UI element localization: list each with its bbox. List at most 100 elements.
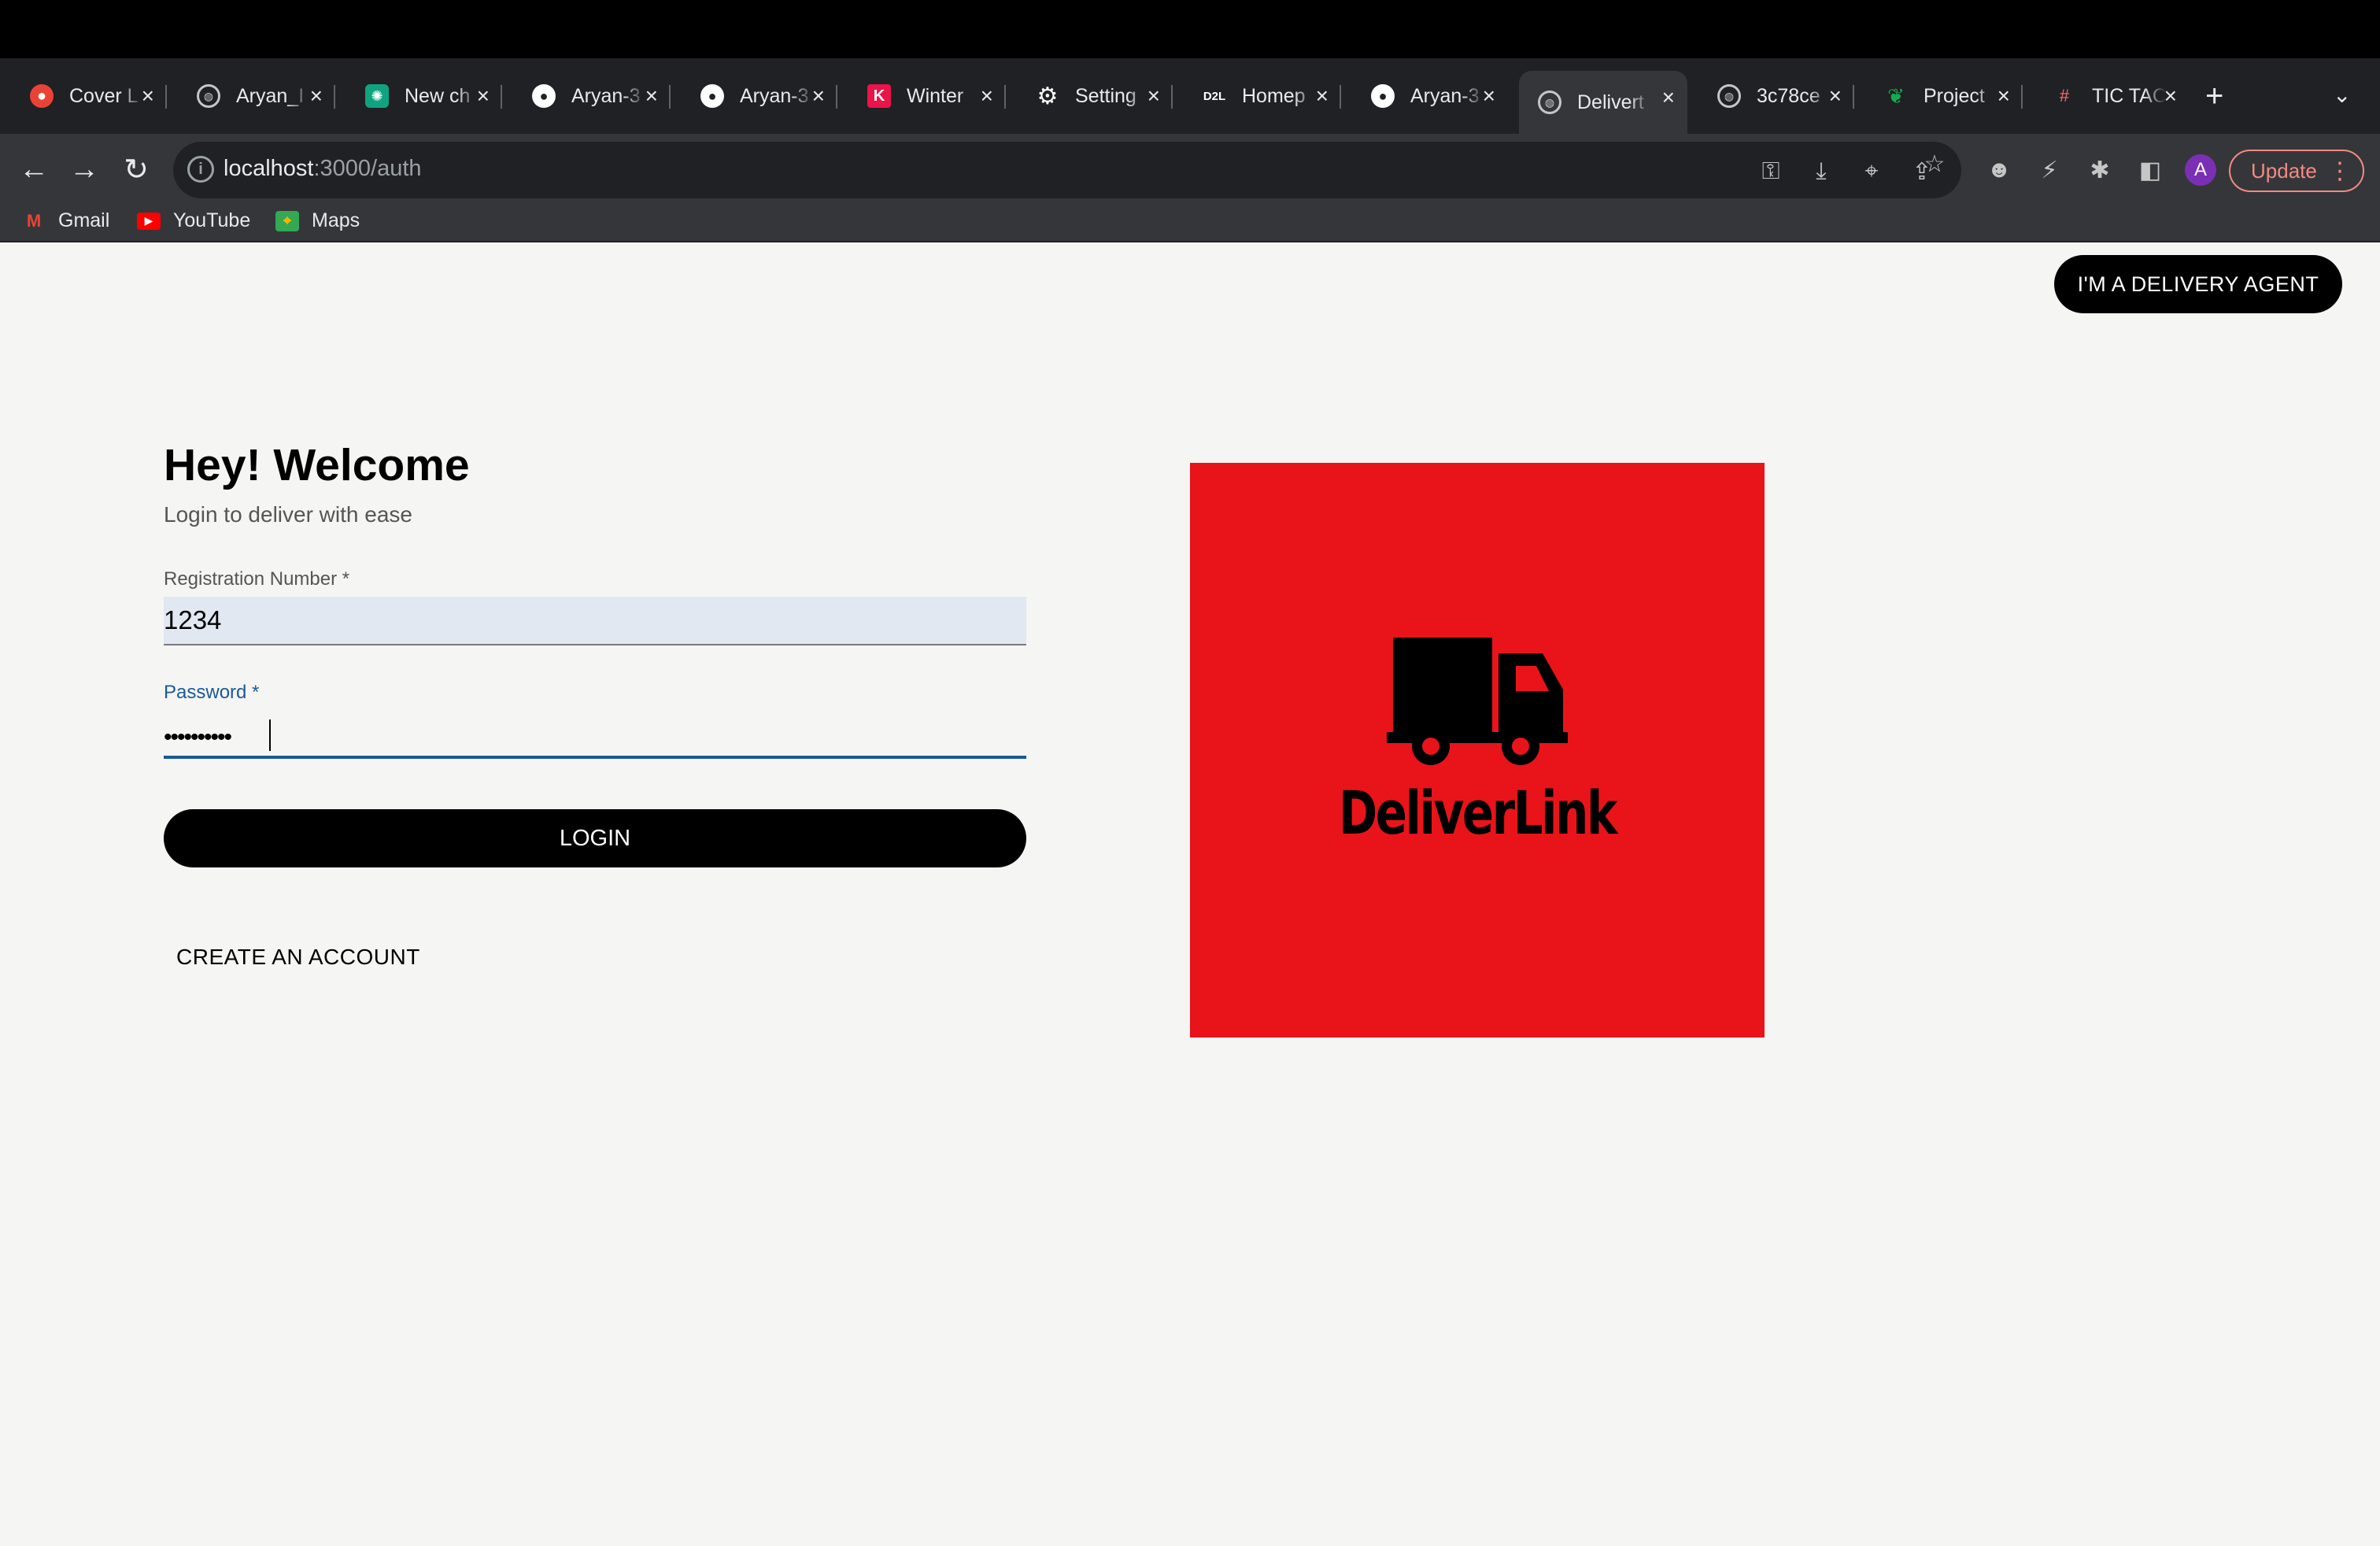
extensions-puzzle-icon[interactable]: ✱ (2084, 154, 2116, 186)
mongodb-leaf-icon: ❦ (1887, 83, 1905, 108)
deliverlink-logo: DeliverLink (1190, 463, 1765, 1037)
tab-1[interactable]: ◍ Aryan_I × (167, 71, 335, 121)
tab-3[interactable]: ● Aryan-3 × (502, 71, 671, 121)
extension-lightning-icon[interactable]: ⚡ (2034, 154, 2065, 186)
tab-11[interactable]: ❦ Project × (1854, 71, 2023, 121)
close-icon[interactable]: × (1662, 85, 1675, 110)
tab-0[interactable]: ● Cover L × (0, 71, 167, 121)
tab-title: Aryan-3 (571, 84, 641, 107)
more-vertical-icon: ⋮ (2328, 157, 2352, 184)
close-icon[interactable]: × (310, 83, 323, 109)
tab-title: 3c78ce (1757, 84, 1820, 107)
tab-2[interactable]: ✺ New ch × (335, 71, 502, 121)
browser-toolbar: ← → ↻ i localhost:3000/auth ⚿ ⤓ ⌖ ⇪ ☆ ☻ … (0, 134, 2380, 206)
update-label: Update (2251, 158, 2317, 183)
bookmark-label: Gmail (58, 209, 110, 231)
bookmark-label: Maps (312, 209, 360, 231)
tab-title: Aryan_I (236, 84, 305, 107)
globe-icon: ◍ (197, 84, 220, 108)
tab-7[interactable]: D2L Homep × (1173, 71, 1341, 121)
new-tab-plus-icon[interactable]: + (2205, 79, 2223, 114)
tab-title: Cover L (69, 84, 139, 107)
tab-title: Winter (907, 84, 964, 107)
openai-icon: ✺ (365, 84, 389, 108)
github-icon: ● (532, 84, 556, 108)
url-text[interactable]: localhost:3000/auth (224, 156, 422, 182)
bookmark-label: YouTube (173, 209, 251, 231)
globe-icon: ◍ (1717, 84, 1741, 108)
tab-6[interactable]: ⚙ Setting × (1006, 71, 1173, 121)
bookmark-star-icon[interactable]: ☆ (1919, 148, 1950, 179)
tab-title: Project (1924, 84, 1985, 107)
text-caret (269, 719, 271, 751)
globe-icon: ◍ (1538, 91, 1561, 114)
bookmark-maps[interactable]: ⌖ Maps (275, 209, 360, 232)
bookmarks-bar: M Gmail ▶ YouTube ⌖ Maps (0, 206, 2380, 242)
delivery-truck-icon (1387, 638, 1568, 765)
password-input[interactable]: •••••••••• (164, 710, 1026, 759)
tab-title: New ch (405, 84, 471, 107)
tab-title: Setting (1075, 84, 1136, 107)
logo-wordmark: DeliverLink (1338, 778, 1617, 848)
k-logo-icon: K (867, 84, 891, 108)
tab-title: TIC TAC (2092, 84, 2166, 107)
close-icon[interactable]: × (2164, 83, 2177, 109)
close-icon[interactable]: × (812, 83, 825, 109)
tab-12[interactable]: # TIC TAC × (2023, 71, 2190, 121)
tab-title: Homep (1242, 84, 1306, 107)
reload-icon[interactable]: ↻ (116, 150, 156, 189)
close-icon[interactable]: × (1998, 83, 2010, 109)
tab-title: Aryan-3 (740, 84, 809, 107)
registration-number-input[interactable] (164, 597, 1026, 645)
tab-title: Aryan-3 (1410, 84, 1480, 107)
tab-strip: ● Cover L × ◍ Aryan_I × ✺ New ch × ● Ary… (0, 58, 2380, 134)
page-subtitle: Login to deliver with ease (164, 502, 412, 527)
tab-10[interactable]: ◍ 3c78ce × (1687, 71, 1854, 121)
location-pin-icon[interactable]: ⌖ (1856, 156, 1887, 187)
d2l-logo-icon: D2L (1203, 89, 1226, 103)
address-bar[interactable]: i localhost:3000/auth ⚿ ⤓ ⌖ ⇪ (173, 142, 1961, 198)
registration-number-label: Registration Number * (164, 568, 350, 590)
tictactoe-icon: # (2059, 86, 2070, 105)
extension-face-icon[interactable]: ☻ (1983, 154, 2015, 186)
tab-9-active[interactable]: ◍ Delivert × (1519, 71, 1687, 134)
site-info-icon[interactable]: i (187, 156, 214, 183)
close-icon[interactable]: × (1148, 83, 1160, 109)
back-arrow-icon[interactable]: ← (14, 150, 54, 189)
close-icon[interactable]: × (1483, 83, 1495, 109)
maps-icon: ⌖ (275, 210, 299, 231)
delivery-agent-button[interactable]: I'M A DELIVERY AGENT (2054, 255, 2342, 313)
youtube-icon: ▶ (137, 212, 161, 230)
install-app-icon[interactable]: ⤓ (1805, 156, 1837, 187)
tab-title: Delivert (1577, 91, 1644, 113)
screen-top-bar (0, 0, 2380, 58)
tab-5[interactable]: K Winter × (837, 71, 1006, 121)
tab-search-chevron-icon[interactable]: ⌄ (2333, 82, 2351, 108)
bookmark-gmail[interactable]: M Gmail (22, 209, 109, 232)
login-button[interactable]: LOGIN (164, 809, 1026, 867)
close-icon[interactable]: × (981, 83, 993, 109)
create-account-link[interactable]: CREATE AN ACCOUNT (176, 945, 420, 970)
key-icon[interactable]: ⚿ (1755, 156, 1787, 187)
update-button[interactable]: Update ⋮ (2229, 150, 2364, 192)
gmail-icon: M (26, 210, 42, 231)
side-panel-icon[interactable]: ◧ (2134, 154, 2166, 186)
bookmark-youtube[interactable]: ▶ YouTube (137, 209, 250, 232)
github-icon: ● (700, 84, 724, 108)
password-masked-value: •••••••••• (164, 724, 232, 750)
forward-arrow-icon[interactable]: → (65, 150, 104, 189)
tab-4[interactable]: ● Aryan-3 × (671, 71, 837, 121)
red-circle-icon: ● (30, 84, 54, 108)
close-icon[interactable]: × (142, 83, 154, 109)
profile-avatar[interactable]: A (2185, 154, 2216, 186)
close-icon[interactable]: × (477, 83, 490, 109)
close-icon[interactable]: × (1829, 83, 1842, 109)
gear-icon: ⚙ (1037, 83, 1059, 109)
github-icon: ● (1371, 84, 1395, 108)
close-icon[interactable]: × (1316, 83, 1329, 109)
password-label: Password * (164, 682, 260, 703)
tab-8[interactable]: ● Aryan-3 × (1341, 71, 1508, 121)
auth-page: I'M A DELIVERY AGENT Hey! Welcome Login … (0, 242, 2380, 1546)
page-title: Hey! Welcome (164, 440, 470, 490)
close-icon[interactable]: × (645, 83, 658, 109)
